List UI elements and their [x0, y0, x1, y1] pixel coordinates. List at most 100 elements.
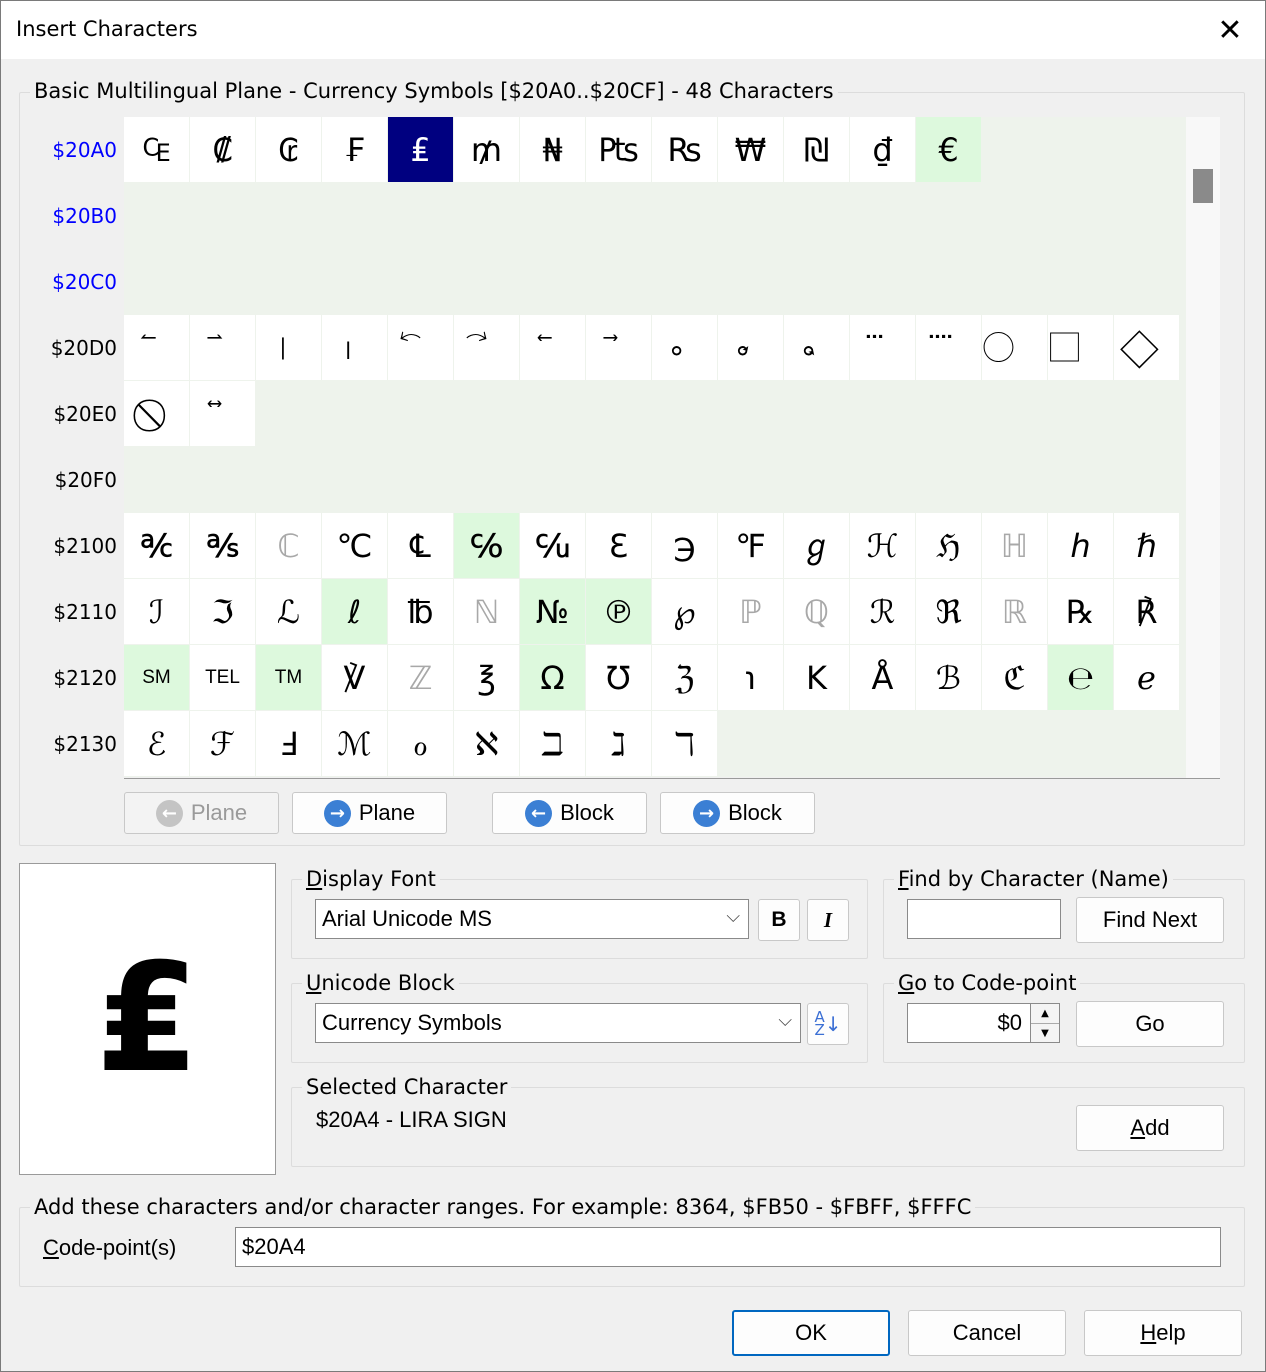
char-cell[interactable]: ℥	[454, 645, 519, 710]
char-cell[interactable]: ℘	[652, 579, 717, 644]
char-cell[interactable]: ℮	[1048, 645, 1113, 710]
char-cell[interactable]: ⃔	[388, 315, 453, 380]
add-button[interactable]: Add	[1076, 1105, 1224, 1151]
code-points-input[interactable]: $20A4	[235, 1227, 1221, 1267]
char-cell[interactable]: ⃗	[586, 315, 651, 380]
char-cell[interactable]: ℶ	[520, 711, 585, 776]
char-cell[interactable]: ℜ	[916, 579, 981, 644]
char-cell[interactable]: ₠	[124, 117, 189, 182]
find-next-button[interactable]: Find Next	[1076, 897, 1224, 943]
bold-button[interactable]: B	[758, 899, 800, 941]
char-cell[interactable]: ℛ	[850, 579, 915, 644]
italic-button[interactable]: I	[807, 899, 849, 941]
char-cell[interactable]: ℩	[718, 645, 783, 710]
goto-input[interactable]: $0	[907, 1003, 1031, 1043]
char-cell[interactable]: ⃠	[124, 381, 189, 446]
char-cell[interactable]: ℨ	[652, 645, 717, 710]
char-cell[interactable]: ₡	[190, 117, 255, 182]
cancel-button[interactable]: Cancel	[908, 1310, 1066, 1356]
char-cell[interactable]: ⃡	[190, 381, 255, 446]
close-button[interactable]: ✕	[1195, 1, 1265, 59]
char-cell[interactable]: ℌ	[916, 513, 981, 578]
char-cell[interactable]: ℄	[388, 513, 453, 578]
display-font-select[interactable]: Arial Unicode MS ⌵	[315, 899, 749, 939]
char-cell[interactable]: ℙ	[718, 579, 783, 644]
char-cell[interactable]: ⃑	[190, 315, 255, 380]
char-cell[interactable]: ₢	[256, 117, 321, 182]
char-cell[interactable]: ℑ	[190, 579, 255, 644]
char-cell[interactable]: ₫	[850, 117, 915, 182]
char-cell[interactable]: ℝ	[982, 579, 1047, 644]
char-cell[interactable]: ℕ	[454, 579, 519, 644]
char-cell[interactable]: ℚ	[784, 579, 849, 644]
char-cell[interactable]: ℸ	[652, 711, 717, 776]
char-cell[interactable]: ₧	[586, 117, 651, 182]
spin-up-icon[interactable]: ▲	[1031, 1004, 1059, 1023]
char-cell[interactable]: ℓ	[322, 579, 387, 644]
char-cell[interactable]: ℊ	[784, 513, 849, 578]
goto-spinner[interactable]: ▲ ▼	[1030, 1003, 1060, 1043]
char-cell[interactable]: ⃕	[454, 315, 519, 380]
char-cell[interactable]: ℳ	[322, 711, 387, 776]
char-cell[interactable]: ℆	[520, 513, 585, 578]
char-cell[interactable]: ℞	[1048, 579, 1113, 644]
char-cell[interactable]: Ⅎ	[256, 711, 321, 776]
char-cell[interactable]: ℅	[454, 513, 519, 578]
char-cell[interactable]: ⃒	[256, 315, 321, 380]
char-cell[interactable]: ⃛	[850, 315, 915, 380]
char-cell[interactable]: ⃚	[784, 315, 849, 380]
unicode-block-select[interactable]: Currency Symbols ⌵	[315, 1003, 801, 1043]
char-cell[interactable]: ₩	[718, 117, 783, 182]
char-cell[interactable]: ℀	[124, 513, 189, 578]
help-button[interactable]: Help	[1084, 1310, 1242, 1356]
char-cell[interactable]: Å	[850, 645, 915, 710]
char-cell[interactable]: €	[916, 117, 981, 182]
char-cell[interactable]: ₤	[388, 117, 453, 182]
ok-button[interactable]: OK	[732, 1310, 890, 1356]
char-cell[interactable]: ℤ	[388, 645, 453, 710]
char-cell[interactable]: ℟	[1114, 579, 1179, 644]
next-block-button[interactable]: → Block	[660, 792, 815, 834]
char-cell[interactable]: ℋ	[850, 513, 915, 578]
char-cell[interactable]: ₥	[454, 117, 519, 182]
char-cell[interactable]: Ω	[520, 645, 585, 710]
char-cell[interactable]: ℍ	[982, 513, 1047, 578]
char-cell[interactable]: ℗	[586, 579, 651, 644]
char-cell[interactable]: ℒ	[256, 579, 321, 644]
char-cell[interactable]: ℰ	[124, 711, 189, 776]
char-cell[interactable]: ℴ	[388, 711, 453, 776]
char-cell[interactable]: ₣	[322, 117, 387, 182]
char-cell[interactable]: ⃜	[916, 315, 981, 380]
char-cell[interactable]: ℉	[718, 513, 783, 578]
char-cell[interactable]: ℏ	[1114, 513, 1179, 578]
sort-button[interactable]: A Z ↓	[807, 1003, 849, 1045]
char-cell[interactable]: SM	[124, 645, 189, 710]
scroll-thumb[interactable]	[1193, 169, 1213, 203]
char-cell[interactable]: TM	[256, 645, 321, 710]
char-cell[interactable]: ⃘	[652, 315, 717, 380]
char-cell[interactable]: ℃	[322, 513, 387, 578]
char-cell[interactable]: ⃝	[982, 315, 1047, 380]
char-cell[interactable]: ℈	[652, 513, 717, 578]
char-cell[interactable]: ℱ	[190, 711, 255, 776]
char-cell[interactable]: ⃞	[1048, 315, 1113, 380]
char-cell[interactable]: ℂ	[256, 513, 321, 578]
char-cell[interactable]: ℷ	[586, 711, 651, 776]
char-cell[interactable]: K	[784, 645, 849, 710]
char-cell[interactable]: ⃟	[1114, 315, 1179, 380]
char-cell[interactable]: ℯ	[1114, 645, 1179, 710]
char-cell[interactable]: ⃖	[520, 315, 585, 380]
char-cell[interactable]: ℇ	[586, 513, 651, 578]
char-cell[interactable]: ⃙	[718, 315, 783, 380]
find-input[interactable]	[907, 899, 1061, 939]
char-cell[interactable]: ℐ	[124, 579, 189, 644]
char-cell[interactable]: ℁	[190, 513, 255, 578]
char-cell[interactable]: ℔	[388, 579, 453, 644]
char-cell[interactable]: ₦	[520, 117, 585, 182]
next-plane-button[interactable]: → Plane	[292, 792, 447, 834]
go-button[interactable]: Go	[1076, 1001, 1224, 1047]
prev-block-button[interactable]: ← Block	[492, 792, 647, 834]
char-cell[interactable]: ₨	[652, 117, 717, 182]
char-cell[interactable]: ₪	[784, 117, 849, 182]
char-cell[interactable]: №	[520, 579, 585, 644]
